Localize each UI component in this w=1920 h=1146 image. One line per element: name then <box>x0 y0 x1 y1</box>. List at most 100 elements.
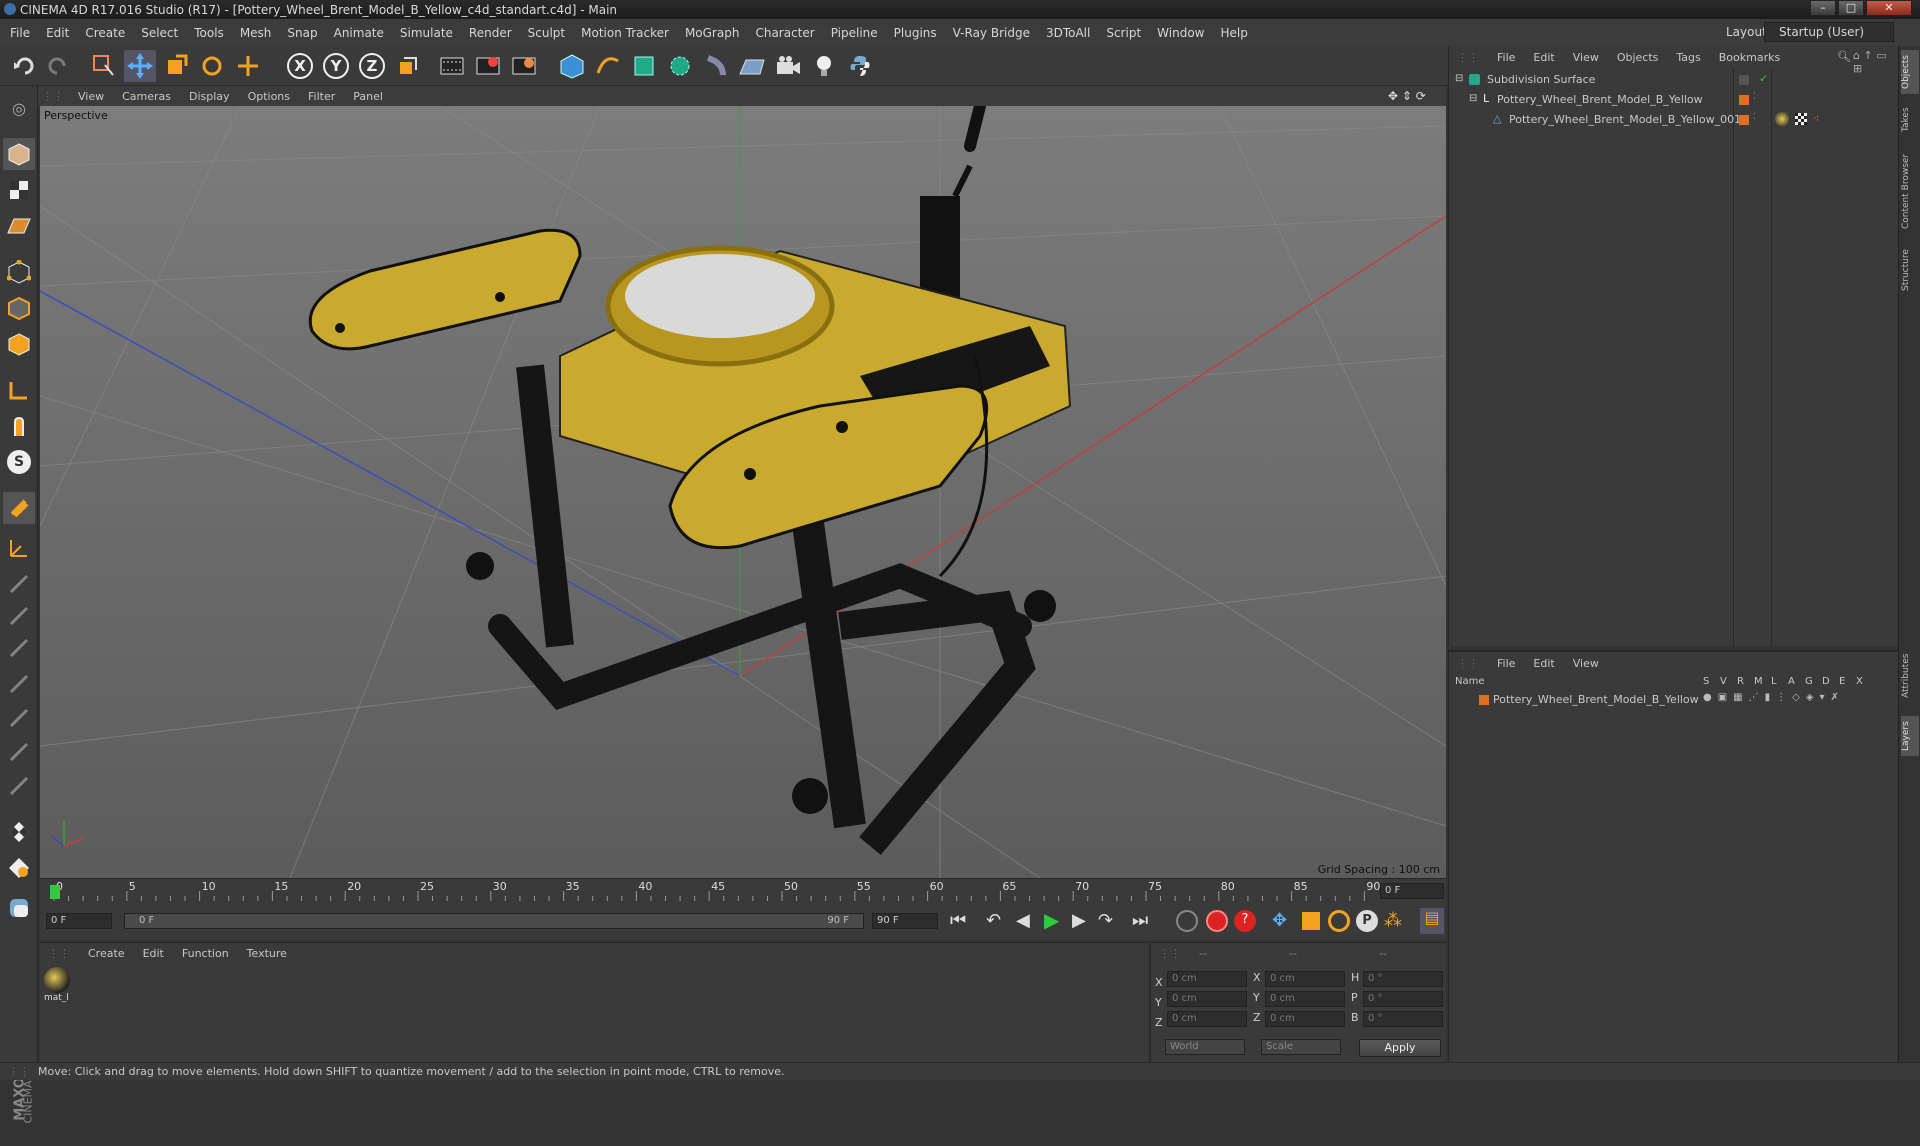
viewport-menu-filter[interactable]: Filter <box>298 90 343 103</box>
menu-plugins[interactable]: Plugins <box>886 26 945 40</box>
menu-tools[interactable]: Tools <box>186 26 232 40</box>
collapse-icon[interactable]: ⊟ <box>1469 93 1477 104</box>
coordinate-space-dropdown[interactable]: World <box>1165 1039 1245 1055</box>
coordinate-system-button[interactable] <box>392 50 424 82</box>
menu-simulate[interactable]: Simulate <box>392 26 461 40</box>
checkmark-icon[interactable]: ✓ <box>1759 72 1768 85</box>
tab-takes[interactable]: Takes <box>1901 102 1919 138</box>
sculpt-tool-7-button[interactable] <box>3 770 35 802</box>
play-button[interactable]: ▶ <box>1044 908 1059 932</box>
go-to-end-button[interactable]: ⏭ <box>1132 910 1148 931</box>
rotate-tool-button[interactable] <box>196 50 228 82</box>
close-button[interactable]: ✕ <box>1866 0 1912 16</box>
texture-mode-button[interactable] <box>3 174 35 206</box>
maximize-button[interactable]: □ <box>1838 0 1864 16</box>
object-row-model[interactable]: ⊟ L Pottery_Wheel_Brent_Model_B_Yellow ⁚ <box>1449 92 1899 108</box>
tab-content-browser[interactable]: Content Browser <box>1901 146 1919 236</box>
pottery-wheel-model[interactable] <box>308 106 1072 855</box>
camera-button[interactable] <box>772 50 804 82</box>
menu-edit[interactable]: Edit <box>38 26 77 40</box>
paint-sphere-button[interactable] <box>3 852 35 884</box>
menu-file[interactable]: File <box>0 26 38 40</box>
go-to-start-button[interactable]: ⏮ <box>950 910 966 931</box>
layers-menu-edit[interactable]: Edit <box>1525 657 1564 670</box>
material-menu-create[interactable]: Create <box>80 947 135 960</box>
menu-render[interactable]: Render <box>461 26 520 40</box>
autokey-button[interactable]: ? <box>1234 910 1256 932</box>
viewport-menu-options[interactable]: Options <box>238 90 298 103</box>
menu-vray-bridge[interactable]: V-Ray Bridge <box>945 26 1038 40</box>
rotation-p-field[interactable]: 0 ° <box>1363 991 1443 1007</box>
minimize-button[interactable]: – <box>1810 0 1836 16</box>
material-menu-edit[interactable]: Edit <box>135 947 174 960</box>
model-mode-button[interactable] <box>3 138 35 170</box>
layers-menu-file[interactable]: File <box>1489 657 1525 670</box>
record-button[interactable] <box>1206 910 1228 932</box>
material-thumbnail[interactable]: mat_l <box>44 967 72 1007</box>
material-menu-texture[interactable]: Texture <box>239 947 297 960</box>
collapse-icon[interactable]: ⊟ <box>1455 73 1463 84</box>
viewport-menu-display[interactable]: Display <box>179 90 238 103</box>
key-scale-button[interactable] <box>1302 912 1320 930</box>
playhead-marker[interactable] <box>50 885 60 899</box>
material-menu-function[interactable]: Function <box>174 947 239 960</box>
menu-pipeline[interactable]: Pipeline <box>823 26 886 40</box>
menu-window[interactable]: Window <box>1149 26 1212 40</box>
rotation-b-field[interactable]: 0 ° <box>1363 1011 1443 1027</box>
array-button[interactable] <box>664 50 696 82</box>
paint-checker-button[interactable] <box>3 816 35 848</box>
render-picture-viewer-button[interactable] <box>472 50 504 82</box>
z-axis-button[interactable]: Z <box>356 50 388 82</box>
previous-frame-button[interactable]: ◀ <box>1016 910 1030 931</box>
redo-button[interactable] <box>42 50 74 82</box>
visibility-dots[interactable]: ⁚ <box>1753 92 1756 102</box>
sculpt-tool-1-button[interactable] <box>3 568 35 600</box>
size-mode-dropdown[interactable]: Scale <box>1261 1039 1341 1055</box>
pen-spline-button[interactable] <box>592 50 624 82</box>
x-axis-button[interactable]: X <box>284 50 316 82</box>
checker-tag-icon[interactable] <box>1795 113 1807 125</box>
uv-tag-icon[interactable]: ⁖ <box>1813 112 1819 125</box>
timeline-ruler[interactable]: 051015202530354045505560657075808590 0 F <box>40 878 1446 902</box>
keyframe-selection-button[interactable] <box>1176 910 1198 932</box>
y-axis-button[interactable]: Y <box>320 50 352 82</box>
snap-button[interactable]: S <box>3 446 35 478</box>
layer-toggle-icons[interactable]: ●▣▦⋰▮⋮◇◈▾✗ <box>1703 692 1845 703</box>
menu-create[interactable]: Create <box>77 26 133 40</box>
object-row-subdivision[interactable]: ⊟ Subdivision Surface ✓ <box>1449 72 1899 88</box>
subdivision-surface-button[interactable] <box>628 50 660 82</box>
menu-sculpt[interactable]: Sculpt <box>520 26 573 40</box>
start-frame-field[interactable]: 0 F <box>46 913 112 929</box>
polygons-mode-button[interactable] <box>3 328 35 360</box>
workplane-axis-button[interactable] <box>3 532 35 564</box>
position-x-field[interactable]: 0 cm <box>1167 971 1247 987</box>
tab-structure[interactable]: Structure <box>1901 242 1919 298</box>
menu-animate[interactable]: Animate <box>326 26 392 40</box>
objects-menu-file[interactable]: File <box>1489 51 1525 64</box>
sculpt-tool-4-button[interactable] <box>3 668 35 700</box>
move-tool-button[interactable] <box>124 50 156 82</box>
menu-snap[interactable]: Snap <box>279 26 325 40</box>
menu-script[interactable]: Script <box>1098 26 1149 40</box>
scale-tool-button[interactable] <box>160 50 192 82</box>
size-x-field[interactable]: 0 cm <box>1265 971 1345 987</box>
rotation-h-field[interactable]: 0 ° <box>1363 971 1443 987</box>
tab-attributes[interactable]: Attributes <box>1901 646 1919 706</box>
menu-character[interactable]: Character <box>747 26 822 40</box>
sculpt-tool-3-button[interactable] <box>3 632 35 664</box>
objects-menu-tags[interactable]: Tags <box>1668 51 1710 64</box>
key-pla-button[interactable]: ⁂ <box>1384 910 1402 931</box>
tab-objects[interactable]: Objects <box>1901 50 1919 94</box>
menu-mesh[interactable]: Mesh <box>232 26 280 40</box>
layers-menu-view[interactable]: View <box>1565 657 1609 670</box>
make-editable-button[interactable]: ◎ <box>3 92 35 124</box>
viewport-menu-cameras[interactable]: Cameras <box>112 90 179 103</box>
edges-mode-button[interactable] <box>3 292 35 324</box>
sculpt-tool-6-button[interactable] <box>3 736 35 768</box>
menu-motion-tracker[interactable]: Motion Tracker <box>573 26 677 40</box>
deformer-button[interactable] <box>700 50 732 82</box>
axis-mode-button[interactable] <box>3 374 35 406</box>
next-key-button[interactable]: ↷ <box>1098 910 1113 931</box>
previous-key-button[interactable]: ↶ <box>986 910 1001 931</box>
menu-select[interactable]: Select <box>133 26 186 40</box>
